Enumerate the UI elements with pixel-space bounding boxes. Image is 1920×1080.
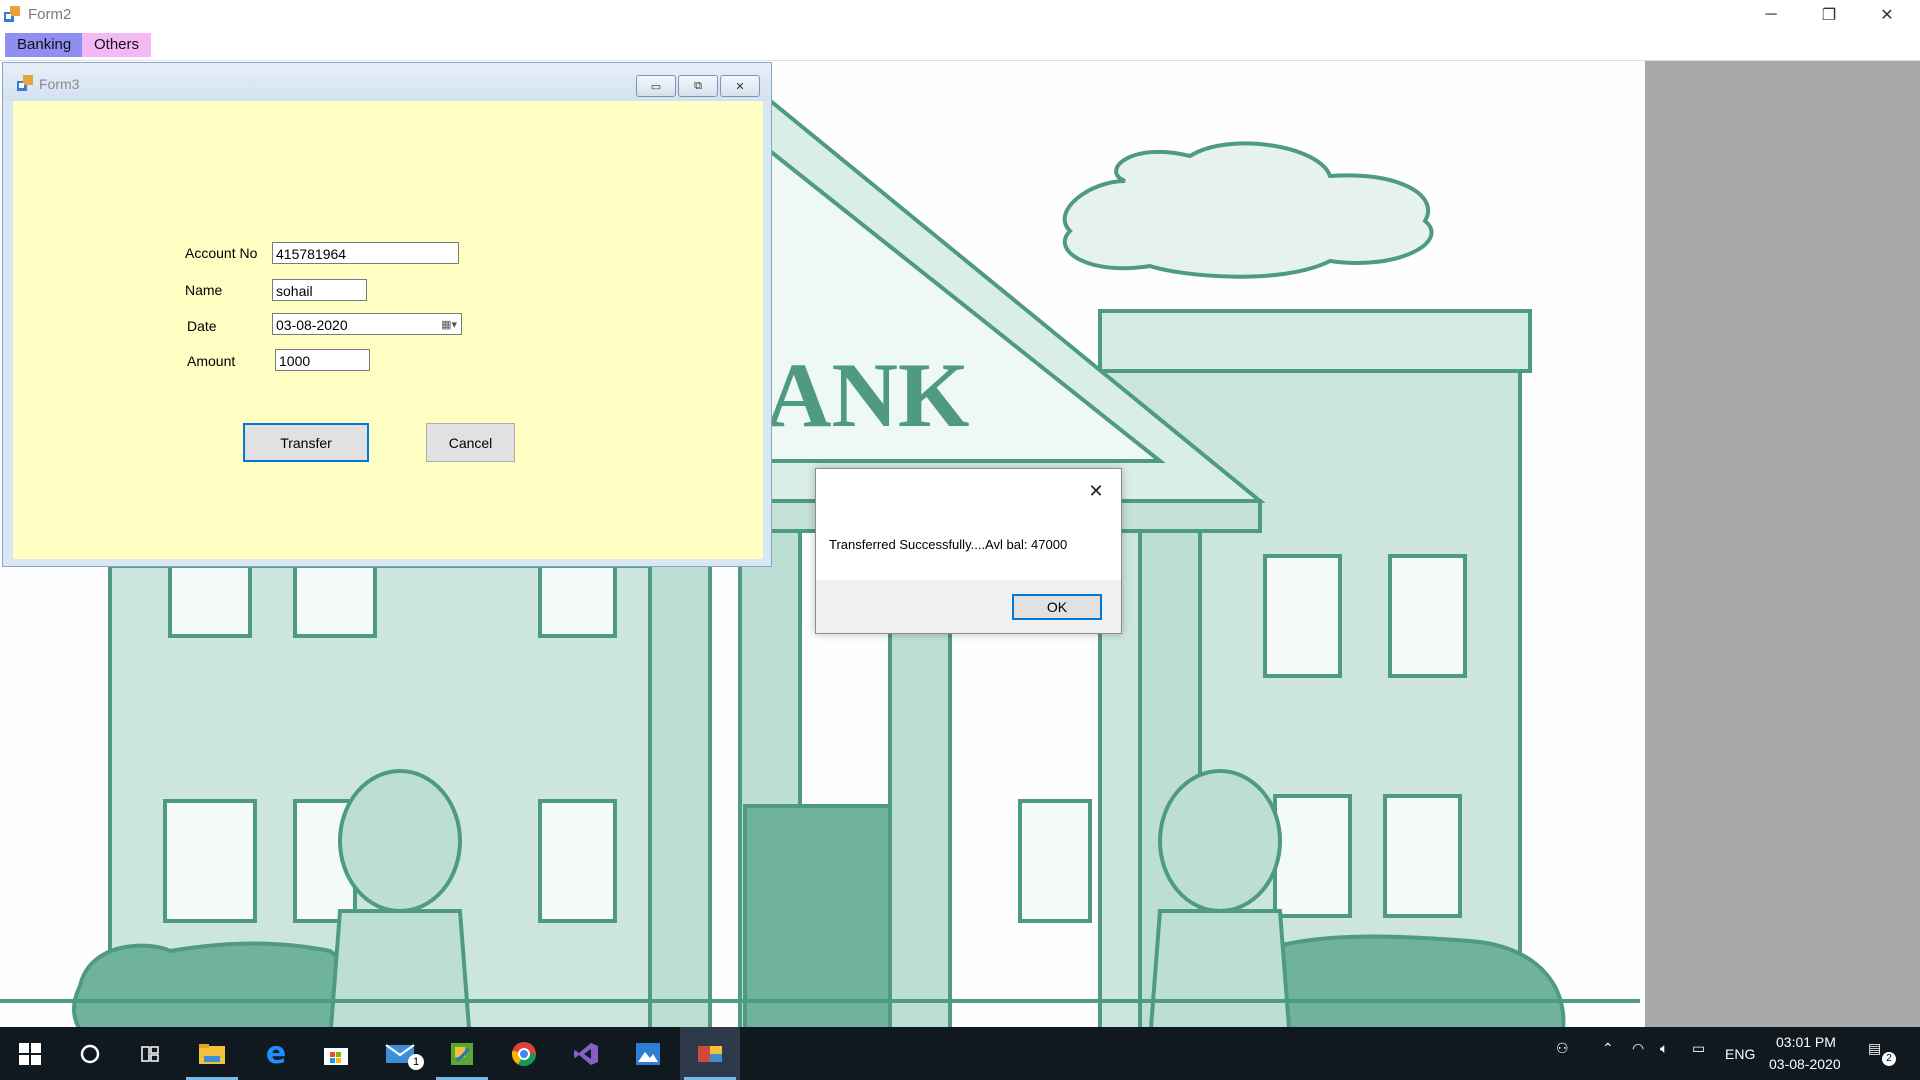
menu-banking[interactable]: Banking (5, 33, 84, 57)
form3-title: Form3 (39, 76, 80, 92)
minimize-icon: ▭ (650, 80, 662, 93)
form3-title-bar: Form3 ▭ ⧉ ✕ (3, 63, 771, 101)
mail-badge: 1 (408, 1054, 424, 1070)
menu-others[interactable]: Others (82, 33, 152, 57)
message-box: ✕ Transferred Successfully....Avl bal: 4… (815, 468, 1122, 634)
window-title: Form2 (28, 6, 72, 23)
account-no-label: Account No (185, 245, 258, 261)
app-icon (4, 6, 20, 22)
taskbar-file-explorer[interactable] (182, 1027, 242, 1080)
taskbar-edge[interactable]: e (246, 1027, 306, 1080)
bank-sign-text: ANK (765, 344, 969, 446)
amount-field[interactable]: 1000 (275, 349, 370, 371)
form3-window: Form3 ▭ ⧉ ✕ Account No 415781964 Name so… (2, 62, 772, 567)
store-icon (324, 1047, 348, 1065)
date-picker[interactable]: 03-08-2020 ▦▾ (272, 313, 462, 335)
winforms-app-icon (698, 1045, 722, 1062)
battery-icon[interactable]: ▭ (1692, 1040, 1705, 1057)
main-title-bar: Form2 ─ ❐ ✕ (0, 0, 1920, 30)
people-icon[interactable]: ⚇ (1556, 1040, 1569, 1057)
language-indicator[interactable]: ENG (1725, 1046, 1755, 1062)
wifi-icon[interactable]: ◠ (1632, 1040, 1644, 1057)
taskbar-visual-studio[interactable] (556, 1027, 616, 1080)
taskbar-chrome[interactable] (494, 1027, 554, 1080)
taskbar-photos[interactable] (618, 1027, 678, 1080)
app-icon (17, 75, 33, 91)
edge-icon: e (265, 1036, 287, 1071)
taskbar-winforms-app[interactable] (680, 1027, 740, 1080)
minimize-button[interactable]: ─ (1742, 0, 1800, 30)
notifications-button[interactable]: ▤ 2 (1868, 1040, 1896, 1066)
close-button[interactable]: ✕ (1858, 0, 1916, 30)
task-view-button[interactable] (120, 1027, 180, 1080)
photos-icon (636, 1042, 660, 1065)
form3-close-button[interactable]: ✕ (720, 75, 760, 97)
close-icon: ✕ (735, 80, 745, 93)
cancel-button[interactable]: Cancel (426, 423, 515, 462)
taskbar-store[interactable] (306, 1027, 366, 1080)
windows-icon (19, 1042, 41, 1065)
amount-label: Amount (187, 353, 236, 369)
restore-button[interactable]: ❐ (1800, 0, 1858, 30)
volume-icon[interactable]: 🔈︎ (1660, 1040, 1668, 1057)
account-no-field[interactable]: 415781964 (272, 242, 459, 264)
notification-count: 2 (1882, 1052, 1896, 1066)
name-label: Name (185, 282, 223, 298)
chevron-up-icon[interactable]: ⌃ (1602, 1040, 1614, 1057)
menu-bar (0, 30, 1920, 61)
message-box-close-button[interactable]: ✕ (1084, 479, 1108, 503)
transfer-button[interactable]: Transfer (243, 423, 369, 462)
restore-icon: ⧉ (694, 79, 702, 92)
form3-restore-button[interactable]: ⧉ (678, 75, 718, 97)
calendar-dropdown-icon[interactable]: ▦▾ (441, 314, 457, 336)
name-field[interactable]: sohail (272, 279, 367, 301)
date-label: Date (187, 318, 217, 334)
form3-client-area: Account No 415781964 Name sohail Date 03… (13, 101, 763, 559)
date-value: 03-08-2020 (276, 317, 348, 333)
message-text: Transferred Successfully....Avl bal: 470… (829, 537, 1068, 552)
cortana-button[interactable] (60, 1027, 120, 1080)
cortana-icon (80, 1044, 100, 1063)
visual-studio-icon (574, 1042, 598, 1065)
start-button[interactable] (0, 1027, 60, 1080)
taskbar-app[interactable] (432, 1027, 492, 1080)
taskbar-mail[interactable]: 1 (370, 1027, 430, 1080)
folder-icon (199, 1043, 225, 1064)
app-window-icon (451, 1042, 473, 1065)
chrome-icon (511, 1041, 536, 1066)
ok-button[interactable]: OK (1012, 594, 1102, 620)
clock-date[interactable]: 03-08-2020 (1769, 1056, 1841, 1072)
task-view-icon (141, 1045, 159, 1062)
clock-time[interactable]: 03:01 PM (1776, 1034, 1836, 1050)
notification-icon: ▤ (1868, 1040, 1882, 1056)
form3-minimize-button[interactable]: ▭ (636, 75, 676, 97)
